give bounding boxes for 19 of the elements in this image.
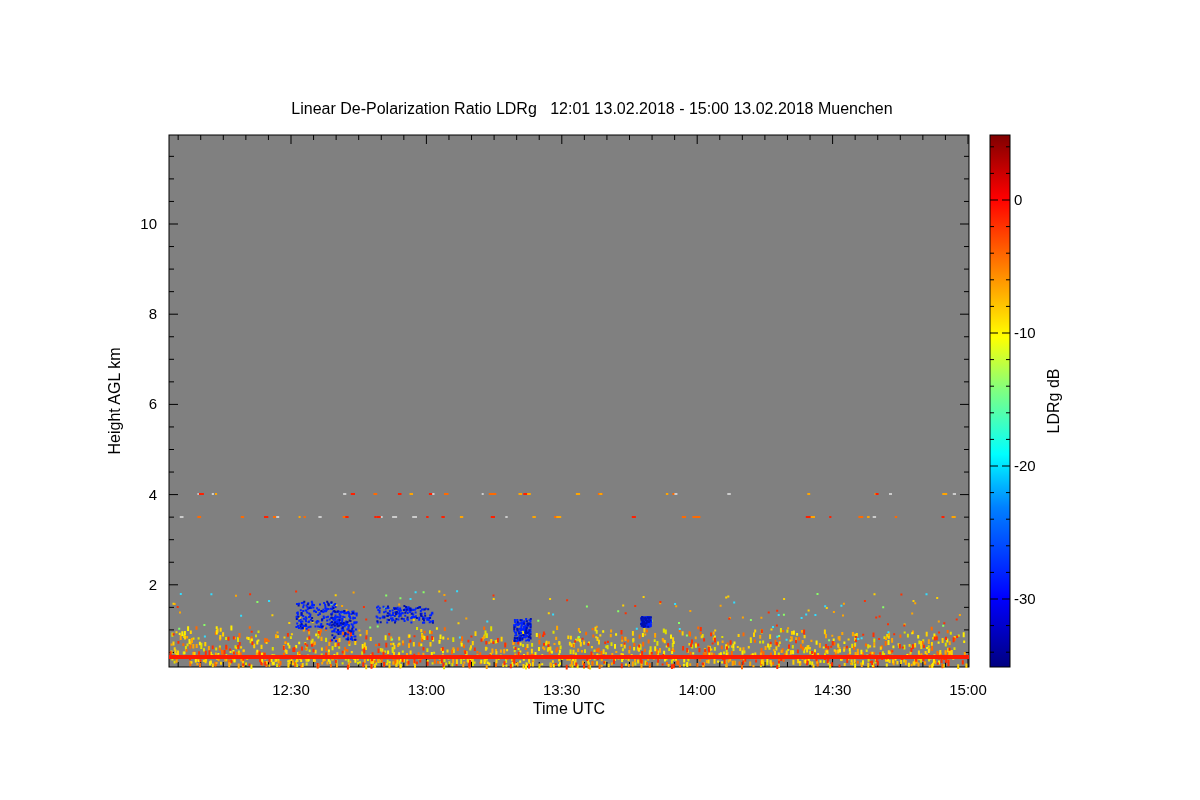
y-tick-label: 8: [148, 305, 157, 323]
chart-title: Linear De-Polarization Ratio LDRg 12:01 13.02.2018 - 15:00 13.02.2018 Muenchen: [291, 100, 893, 117]
colorbar-tick-label: 0: [1014, 191, 1023, 208]
x-tick-label: 13:00: [407, 681, 446, 698]
x-tick-label: 14:00: [678, 681, 716, 698]
colorbar-tick-label: -10: [1014, 324, 1036, 341]
y-tick-label: 4: [148, 485, 157, 503]
x-tick-label: 13:30: [543, 681, 581, 698]
y-axis-label: Height AGL km: [106, 347, 123, 455]
y-tick-label: 2: [148, 575, 157, 593]
x-tick-label: 12:30: [272, 681, 310, 698]
x-tick-label: 15:00: [949, 681, 987, 698]
y-tick-label: 10: [140, 215, 157, 232]
x-axis-label: Time UTC: [532, 700, 606, 717]
colorbar-tick-label: -30: [1014, 590, 1036, 607]
x-tick-label: 14:30: [813, 681, 852, 698]
y-tick-label: 6: [148, 395, 157, 413]
colorbar-tick-label: -20: [1014, 457, 1036, 474]
colorbar-label: LDRg dB: [1045, 368, 1062, 434]
